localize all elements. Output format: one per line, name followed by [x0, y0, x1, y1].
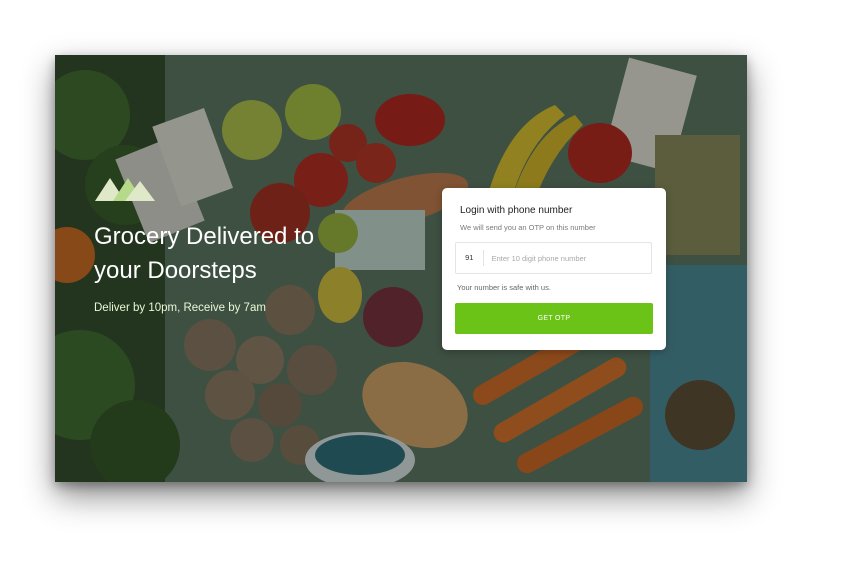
get-otp-button[interactable]: GET OTP	[455, 303, 653, 334]
login-card: Login with phone number We will send you…	[442, 188, 666, 350]
login-subtitle: We will send you an OTP on this number	[460, 223, 596, 232]
phone-field: 91	[455, 242, 652, 274]
hero-headline: Grocery Delivered to your Doorsteps	[94, 223, 315, 284]
country-code[interactable]: 91	[456, 250, 484, 266]
login-title: Login with phone number	[460, 205, 573, 216]
phone-input[interactable]	[483, 247, 651, 269]
hero-tagline: Deliver by 10pm, Receive by 7am	[94, 302, 266, 314]
login-screen: Grocery Delivered to your Doorsteps Deli…	[55, 55, 747, 482]
safe-note: Your number is safe with us.	[457, 283, 551, 292]
mountain-logo-icon	[95, 178, 155, 201]
